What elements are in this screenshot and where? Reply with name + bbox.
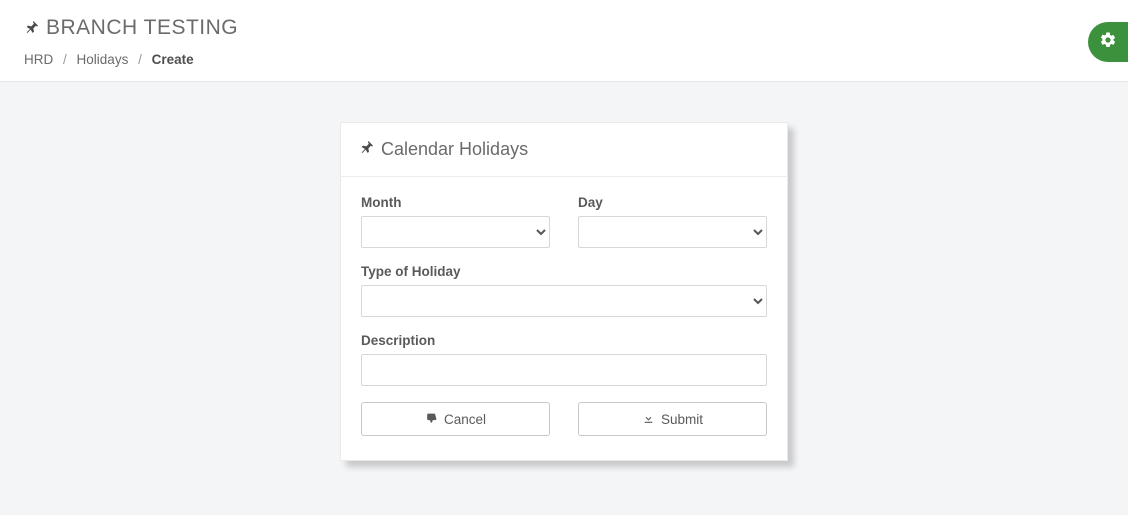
card-title: Calendar Holidays <box>381 139 528 160</box>
breadcrumb-separator: / <box>138 52 142 67</box>
page-title: BRANCH TESTING <box>24 16 1104 40</box>
pin-icon <box>359 139 375 160</box>
pin-icon <box>24 19 40 38</box>
day-label: Day <box>578 195 767 210</box>
settings-tab[interactable] <box>1088 22 1128 62</box>
submit-button[interactable]: Submit <box>578 402 767 436</box>
description-label: Description <box>361 333 767 348</box>
breadcrumb: HRD / Holidays / Create <box>24 52 1104 67</box>
card-header: Calendar Holidays <box>341 123 787 177</box>
type-label: Type of Holiday <box>361 264 767 279</box>
month-select[interactable] <box>361 216 550 248</box>
type-select[interactable] <box>361 285 767 317</box>
thumbs-down-icon <box>425 412 438 427</box>
card-body: Month Day Type of Holiday Description <box>341 177 787 460</box>
form-card: Calendar Holidays Month Day Type of Holi… <box>340 122 788 461</box>
cancel-button-label: Cancel <box>444 412 486 427</box>
month-label: Month <box>361 195 550 210</box>
day-select[interactable] <box>578 216 767 248</box>
download-icon <box>642 412 655 427</box>
breadcrumb-separator: / <box>63 52 67 67</box>
breadcrumb-holidays[interactable]: Holidays <box>77 52 129 67</box>
breadcrumb-hrd[interactable]: HRD <box>24 52 53 67</box>
cancel-button[interactable]: Cancel <box>361 402 550 436</box>
page-header: BRANCH TESTING HRD / Holidays / Create <box>0 0 1128 82</box>
gears-icon <box>1099 31 1117 54</box>
content-area: Calendar Holidays Month Day Type of Holi… <box>0 82 1128 461</box>
page-title-text: BRANCH TESTING <box>46 16 238 40</box>
breadcrumb-current: Create <box>152 52 194 67</box>
submit-button-label: Submit <box>661 412 703 427</box>
description-input[interactable] <box>361 354 767 386</box>
